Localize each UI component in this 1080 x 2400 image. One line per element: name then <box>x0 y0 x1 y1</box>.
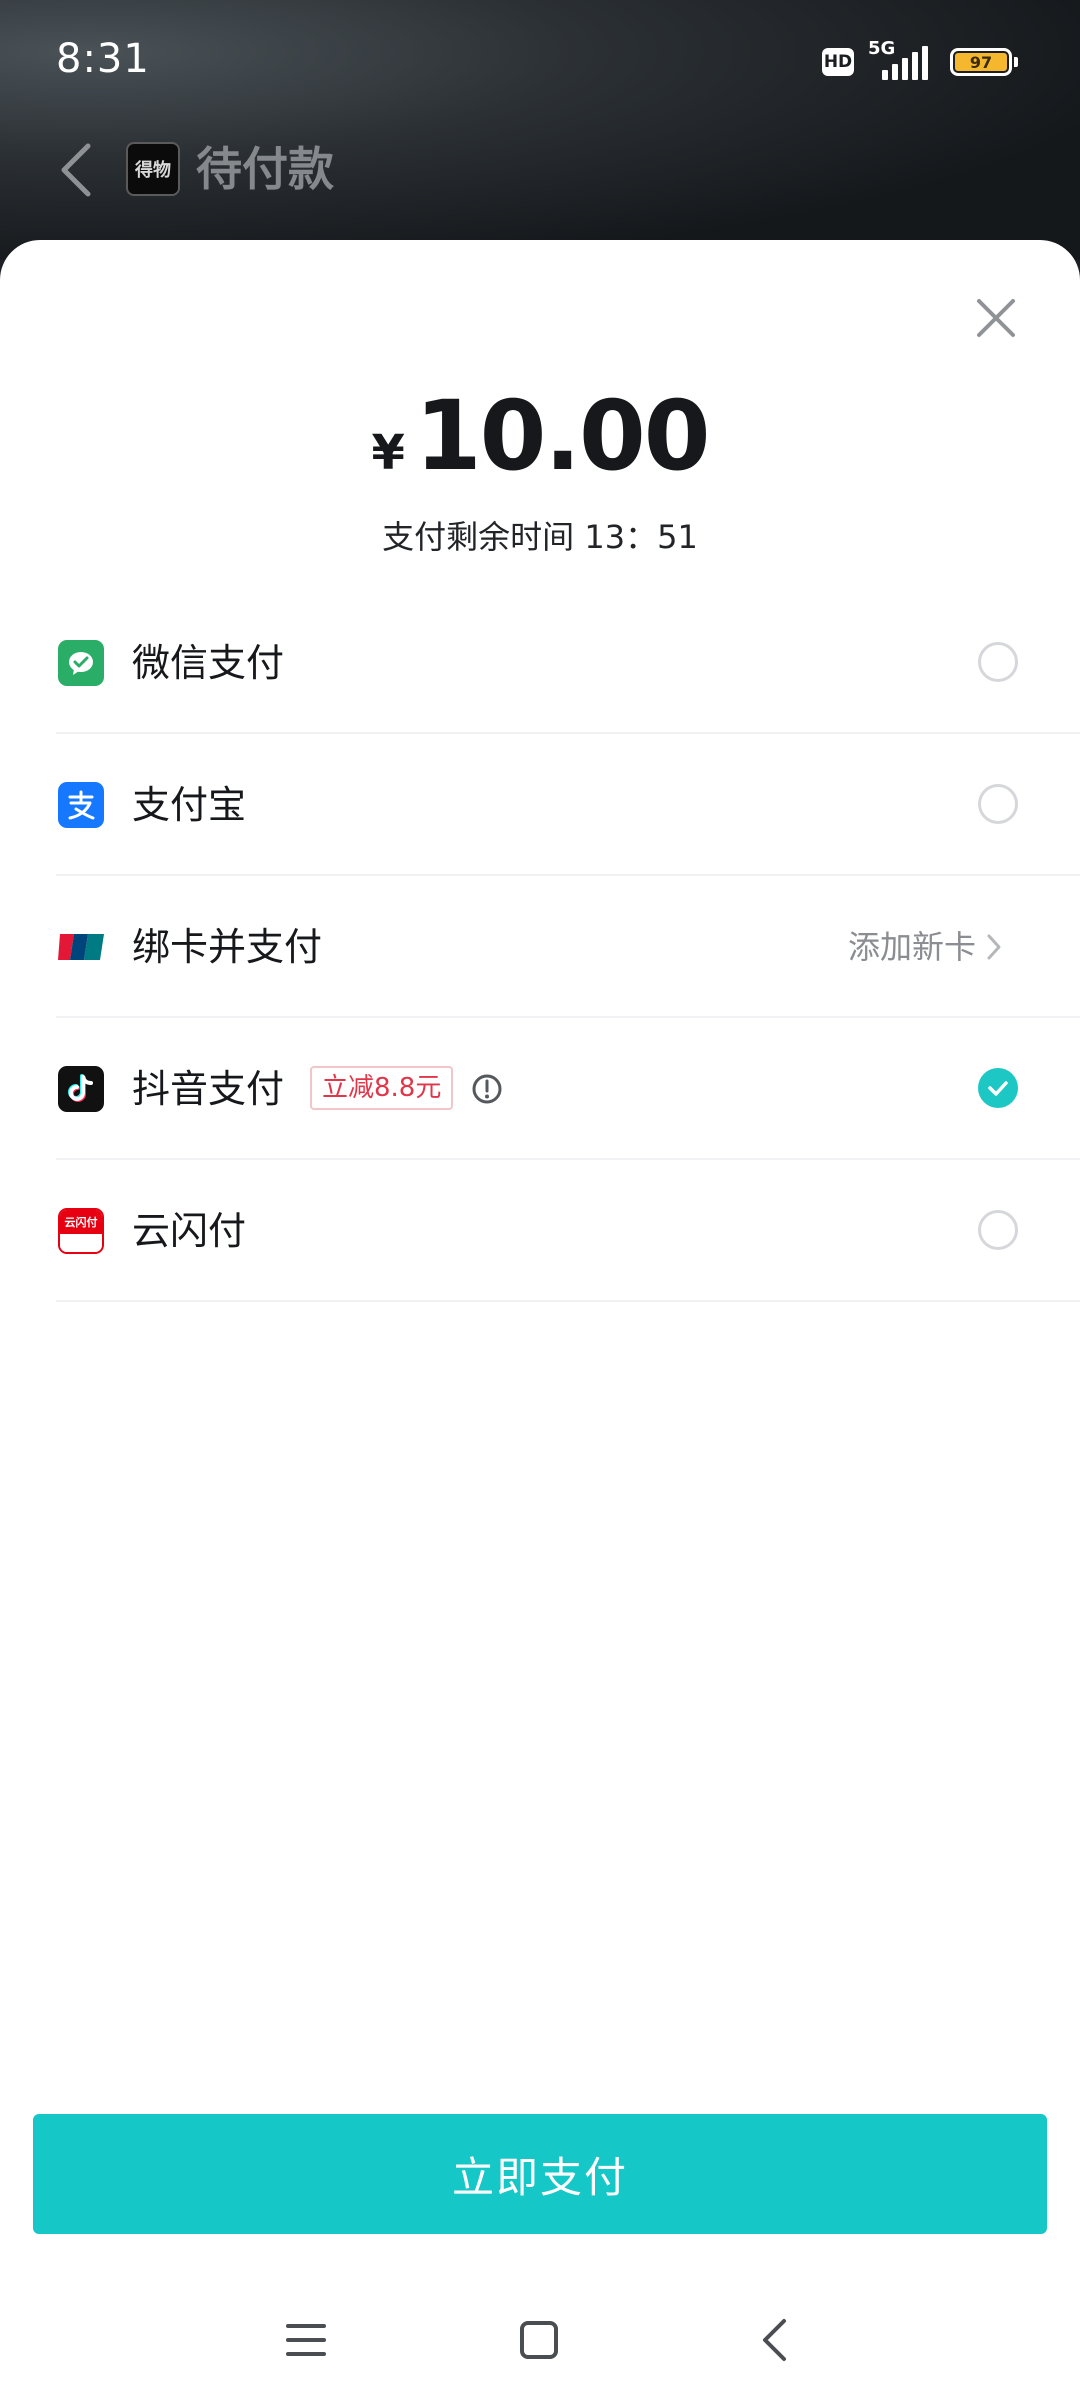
home-button[interactable] <box>511 2312 567 2368</box>
quickpass-icon: 云闪付 <box>58 1208 104 1254</box>
method-label: 微信支付 <box>132 641 285 685</box>
info-icon[interactable] <box>470 1072 504 1106</box>
add-card-link[interactable]: 添加新卡 <box>848 924 1002 970</box>
method-label: 抖音支付 <box>132 1067 285 1111</box>
currency-symbol: ¥ <box>371 425 405 481</box>
status-icons: HD 5G 97 <box>822 38 1018 80</box>
chevron-left-icon <box>61 143 91 197</box>
countdown-value: 13：51 <box>584 518 698 556</box>
page-header: 得物 待付款 <box>0 126 1080 226</box>
unionpay-icon <box>58 924 104 970</box>
battery-icon: 97 <box>950 48 1018 76</box>
method-label: 绑卡并支付 <box>132 925 323 969</box>
pay-now-button[interactable]: 立即支付 <box>33 2114 1047 2234</box>
method-label: 支付宝 <box>132 783 247 827</box>
app-logo: 得物 <box>126 142 180 196</box>
radio-unselected[interactable] <box>978 784 1018 824</box>
close-icon <box>977 299 1015 337</box>
signal-icon: 5G <box>868 38 936 80</box>
payment-method-quickpass[interactable]: 云闪付 云闪付 <box>56 1160 1080 1302</box>
radio-selected[interactable] <box>978 1068 1018 1108</box>
chevron-right-icon <box>987 934 1001 960</box>
page-title: 待付款 <box>196 142 334 196</box>
menu-button[interactable] <box>278 2312 334 2368</box>
add-card-label: 添加新卡 <box>848 928 977 966</box>
home-icon <box>520 2321 558 2359</box>
payment-method-douyin[interactable]: 抖音支付 立减8.8元 <box>56 1018 1080 1160</box>
payment-method-alipay[interactable]: 支付宝 <box>56 734 1080 876</box>
quickpass-icon-text: 云闪付 <box>60 1210 102 1234</box>
payment-countdown: 支付剩余时间 13：51 <box>0 512 1080 558</box>
method-label: 云闪付 <box>132 1209 247 1253</box>
menu-icon <box>286 2324 326 2356</box>
signal-bars <box>882 46 928 80</box>
douyin-icon <box>58 1066 104 1112</box>
hd-badge: HD <box>822 48 854 76</box>
back-button[interactable] <box>48 138 104 202</box>
radio-unselected[interactable] <box>978 642 1018 682</box>
battery-level: 97 <box>955 53 1007 72</box>
countdown-label: 支付剩余时间 <box>382 518 575 556</box>
close-button[interactable] <box>968 290 1024 346</box>
system-nav-bar <box>0 2270 1080 2400</box>
alipay-icon <box>58 782 104 828</box>
payment-method-wechat[interactable]: 微信支付 <box>56 592 1080 734</box>
status-time: 8:31 <box>56 36 150 82</box>
status-bar: 8:31 HD 5G 97 <box>0 0 1080 120</box>
nav-back-button[interactable] <box>746 2312 802 2368</box>
promo-badge: 立减8.8元 <box>310 1066 454 1110</box>
back-icon <box>763 2319 786 2361</box>
check-icon <box>988 1081 1008 1096</box>
amount-value: 10.00 <box>414 380 711 492</box>
payment-amount: ¥10.00 <box>0 380 1080 492</box>
payment-method-bind-card[interactable]: 绑卡并支付 添加新卡 <box>56 876 1080 1018</box>
radio-unselected[interactable] <box>978 1210 1018 1250</box>
wechat-pay-icon <box>58 640 104 686</box>
payment-sheet: ¥10.00 支付剩余时间 13：51 微信支付 支付宝 绑卡并支付 添加新卡 … <box>0 240 1080 2400</box>
payment-method-list: 微信支付 支付宝 绑卡并支付 添加新卡 抖音支付 立减8.8元 云闪付 云闪付 <box>0 592 1080 1302</box>
